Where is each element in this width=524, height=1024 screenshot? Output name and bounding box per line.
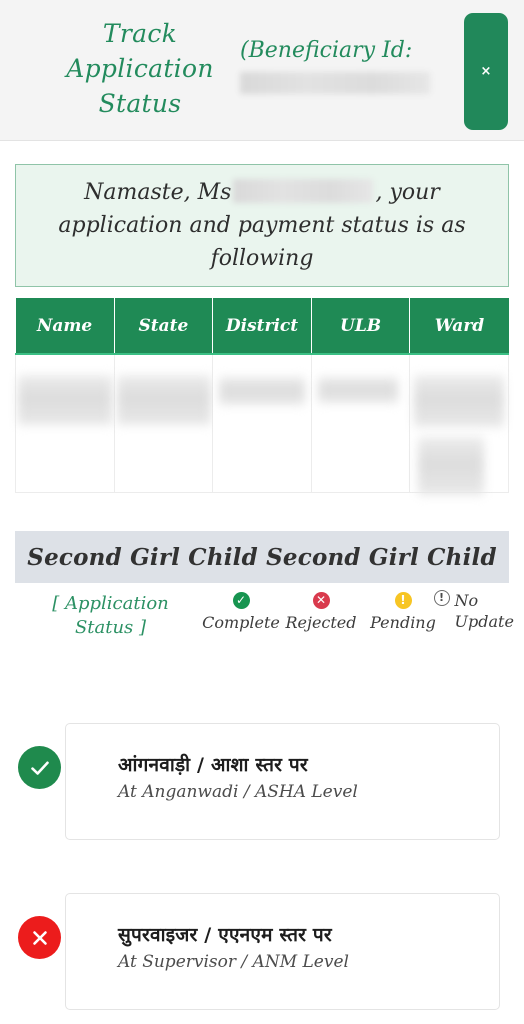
table-head: Name State District ULB Ward <box>15 298 509 355</box>
column-header-name: Name <box>15 298 115 355</box>
check-circle-icon: ✓ <box>232 592 250 609</box>
beneficiary-id-block: (Beneficiary Id: <box>240 36 455 94</box>
application-status-legend: [ Application Status ] ✓ Complete ✕ Reje… <box>15 590 514 650</box>
beneficiary-name-redacted <box>233 179 374 203</box>
close-button[interactable]: × <box>464 13 508 130</box>
cell-ward <box>409 353 509 495</box>
legend-item-no-update: ! No Update <box>425 590 521 632</box>
column-header-ulb: ULB <box>311 298 411 355</box>
legend-title: [ Application Status ] <box>52 593 169 638</box>
legend-label-no-update: No Update <box>454 591 514 631</box>
table-row <box>15 353 509 495</box>
greeting-banner: Namaste, Ms, your application and paymen… <box>15 164 509 287</box>
exclamation-circle-icon: ! <box>394 592 412 609</box>
beneficiary-id-label: (Beneficiary Id: <box>240 38 413 63</box>
x-circle-icon <box>18 916 61 959</box>
table-header-row: Name State District ULB Ward <box>15 298 509 355</box>
cell-state-redacted <box>116 375 211 425</box>
track-application-status-page: Track Application Status (Beneficiary Id… <box>0 0 524 1024</box>
status-step-title-hi-anganwadi: आंगनवाड़ी / आशा स्तर पर <box>118 754 308 776</box>
table-body <box>15 353 509 495</box>
status-step-title-hi-supervisor: सुपरवाइजर / एएनएम स्तर पर <box>118 924 332 946</box>
cell-ward-redacted-extra <box>418 437 485 495</box>
cell-name <box>15 353 115 493</box>
cell-ward-redacted <box>414 375 505 427</box>
legend-no-update-inline: ! No Update <box>425 590 521 632</box>
greeting-text: Namaste, Ms, your application and paymen… <box>38 176 486 275</box>
status-step-card-anganwadi[interactable]: आंगनवाड़ी / आशा स्तर पर At Anganwadi / A… <box>65 723 500 840</box>
column-header-state: State <box>114 298 214 355</box>
section-header: Second Girl Child Second Girl Child <box>15 531 509 583</box>
status-step-title-en-anganwadi: At Anganwadi / ASHA Level <box>118 782 358 802</box>
cell-name-redacted <box>18 375 112 425</box>
status-step-body-supervisor: सुपरवाइजर / एएनएम स्तर पर At Supervisor … <box>66 894 499 974</box>
status-step-card-supervisor[interactable]: सुपरवाइजर / एएनएम स्तर पर At Supervisor … <box>65 893 500 1010</box>
page-title: Track Application Status <box>66 19 214 118</box>
beneficiary-id-value-redacted <box>240 72 430 94</box>
status-step-title-en-supervisor: At Supervisor / ANM Level <box>118 952 349 972</box>
column-header-ward: Ward <box>409 298 509 355</box>
cell-ulb-redacted <box>317 377 398 403</box>
info-circle-outline-icon: ! <box>433 590 450 606</box>
cell-state <box>113 353 214 493</box>
check-circle-icon <box>18 746 61 789</box>
cell-district-redacted <box>219 377 306 405</box>
greeting-prefix: Namaste, Ms <box>84 180 232 205</box>
beneficiary-info-table: Name State District ULB Ward <box>15 298 509 495</box>
x-circle-icon: ✕ <box>312 592 330 609</box>
section-header-label: Second Girl Child Second Girl Child <box>27 543 497 571</box>
cell-district <box>212 353 312 493</box>
modal-header: Track Application Status (Beneficiary Id… <box>0 0 524 141</box>
column-header-district: District <box>212 298 312 355</box>
status-step-body-anganwadi: आंगनवाड़ी / आशा स्तर पर At Anganwadi / A… <box>66 724 499 804</box>
cell-ulb <box>310 353 411 493</box>
